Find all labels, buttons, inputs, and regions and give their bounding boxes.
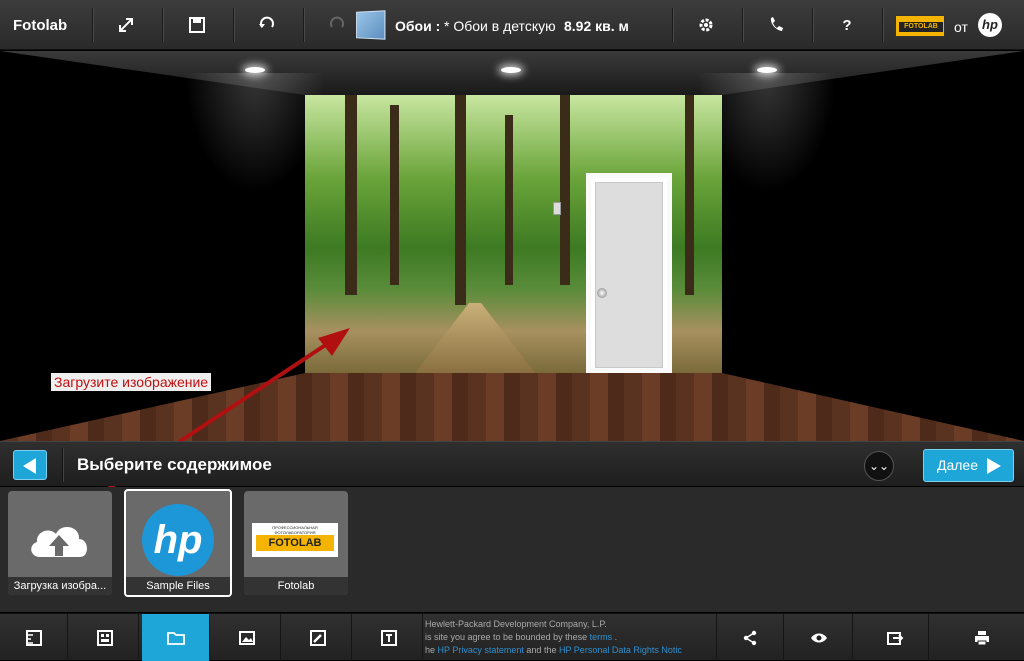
tree-trunk <box>390 105 399 285</box>
next-button[interactable]: Далее <box>923 449 1014 482</box>
fotolab-logo-icon: ПРОФЕССИОНАЛЬНАЯ ФОТОЛАБОРАТОРИЯ FOTOLAB <box>252 523 338 557</box>
toolbar-divider <box>672 8 673 42</box>
fotolab-tile[interactable]: ПРОФЕССИОНАЛЬНАЯ ФОТОЛАБОРАТОРИЯ FOTOLAB… <box>244 491 348 595</box>
legal-notice: Hewlett-Packard Development Company, L.P… <box>425 618 717 657</box>
grid-icon <box>96 629 113 646</box>
save-button[interactable] <box>184 12 210 38</box>
redo-icon <box>330 16 344 28</box>
fotolab-strip: FOTOLAB <box>256 535 334 551</box>
image-icon <box>238 630 255 645</box>
tile-caption: Sample Files <box>126 577 230 595</box>
light-switch <box>553 202 561 215</box>
door <box>586 173 672 373</box>
print-button[interactable] <box>948 614 1016 661</box>
fotolab-subtext: ПРОФЕССИОНАЛЬНАЯ ФОТОЛАБОРАТОРИЯ <box>272 525 318 535</box>
edit-button[interactable] <box>284 614 352 661</box>
ceiling-lamp <box>501 67 521 73</box>
pencil-icon <box>309 629 326 646</box>
toolbar-divider <box>812 8 813 42</box>
undo-button[interactable] <box>254 12 280 38</box>
content-button[interactable] <box>142 614 210 661</box>
toolbar-divider <box>303 8 304 42</box>
fullscreen-button[interactable] <box>113 12 139 38</box>
project-type-label: Обои : <box>395 18 441 34</box>
folder-icon <box>166 631 185 645</box>
text-button[interactable] <box>355 614 423 661</box>
support-button[interactable] <box>764 12 790 38</box>
upload-hint: Загрузите изображение <box>51 373 212 391</box>
fotolab-logo-text: FOTOLAB <box>899 22 943 32</box>
settings-button[interactable] <box>693 12 719 38</box>
content-tray: Загрузка изобра... hp Sample Files ПРОФЕ… <box>0 487 1024 612</box>
tree-trunk <box>455 95 466 305</box>
light-beam <box>185 73 325 193</box>
legal-line-2: is site you agree to be bounded by these… <box>425 631 717 644</box>
toolbar-divider <box>233 8 234 42</box>
data-rights-link[interactable]: HP Personal Data Rights Notic <box>559 645 682 655</box>
privacy-link[interactable]: HP Privacy statement <box>438 645 524 655</box>
text-icon <box>380 629 397 646</box>
undo-icon <box>259 16 274 28</box>
from-label: от <box>954 19 968 35</box>
gear-icon <box>699 18 713 32</box>
door-knob <box>597 288 607 298</box>
toolbar-divider <box>742 8 743 42</box>
expand-icon <box>119 18 133 32</box>
bar-divider <box>62 448 63 482</box>
ruler-icon <box>25 629 42 646</box>
preview-button[interactable] <box>785 614 853 661</box>
hp-logo-icon: hp <box>142 504 214 576</box>
terms-link[interactable]: terms <box>590 632 613 642</box>
sample-files-tile[interactable]: hp Sample Files <box>124 489 232 597</box>
export-icon <box>886 631 903 645</box>
tree-trunk <box>685 95 694 295</box>
back-button[interactable] <box>13 450 47 480</box>
layout-button[interactable] <box>71 614 139 661</box>
forest-path <box>415 303 535 373</box>
tile-caption: Fotolab <box>244 577 348 595</box>
wall-area: 8.92 кв. м <box>564 18 629 34</box>
tree-trunk <box>560 95 570 285</box>
export-button[interactable] <box>861 614 929 661</box>
legal-text: is site you agree to be bounded by these <box>425 632 588 642</box>
tile-caption: Загрузка изобра... <box>8 577 112 595</box>
app-name: Fotolab <box>13 17 68 34</box>
project-thumbnail[interactable] <box>356 10 386 40</box>
legal-line-3: he HP Privacy statement and the HP Perso… <box>425 644 717 657</box>
share-button[interactable] <box>716 614 784 661</box>
upload-tile[interactable]: Загрузка изобра... <box>8 491 112 595</box>
toolbar-divider <box>882 8 883 42</box>
image-button[interactable] <box>213 614 281 661</box>
toolbar-divider <box>92 8 93 42</box>
save-icon <box>189 17 205 33</box>
eye-icon <box>810 633 827 642</box>
content-bar: Выберите содержимое ⌄⌄ Далее <box>0 441 1024 486</box>
hp-logo: hp <box>978 13 1002 37</box>
redo-button[interactable] <box>324 12 350 38</box>
ceiling <box>0 51 1024 95</box>
door-panel <box>595 182 663 368</box>
legal-text: . <box>614 632 618 642</box>
tree-trunk <box>345 95 357 295</box>
share-icon <box>743 630 757 645</box>
printer-icon <box>975 630 989 645</box>
tree-trunk <box>505 115 513 285</box>
measure-button[interactable] <box>0 614 68 661</box>
toolbar-divider <box>162 8 163 42</box>
legal-text: he <box>425 645 436 655</box>
top-toolbar: Fotolab Обои : * Обои в детскую 8.92 кв.… <box>0 0 1024 50</box>
fotolab-logo: FOTOLAB <box>895 15 945 37</box>
content-title: Выберите содержимое <box>77 455 272 474</box>
help-button[interactable]: ? <box>834 12 860 38</box>
phone-support-icon <box>770 17 783 31</box>
room-preview[interactable]: Загрузите изображение <box>0 51 1024 441</box>
project-name[interactable]: * Обои в детскую <box>444 18 556 34</box>
cloud-upload-icon <box>31 526 88 557</box>
bottom-toolbar: Hewlett-Packard Development Company, L.P… <box>0 613 1024 661</box>
legal-line-1: Hewlett-Packard Development Company, L.P… <box>425 619 607 629</box>
collapse-button[interactable]: ⌄⌄ <box>864 451 894 481</box>
legal-text: and the <box>526 645 557 655</box>
